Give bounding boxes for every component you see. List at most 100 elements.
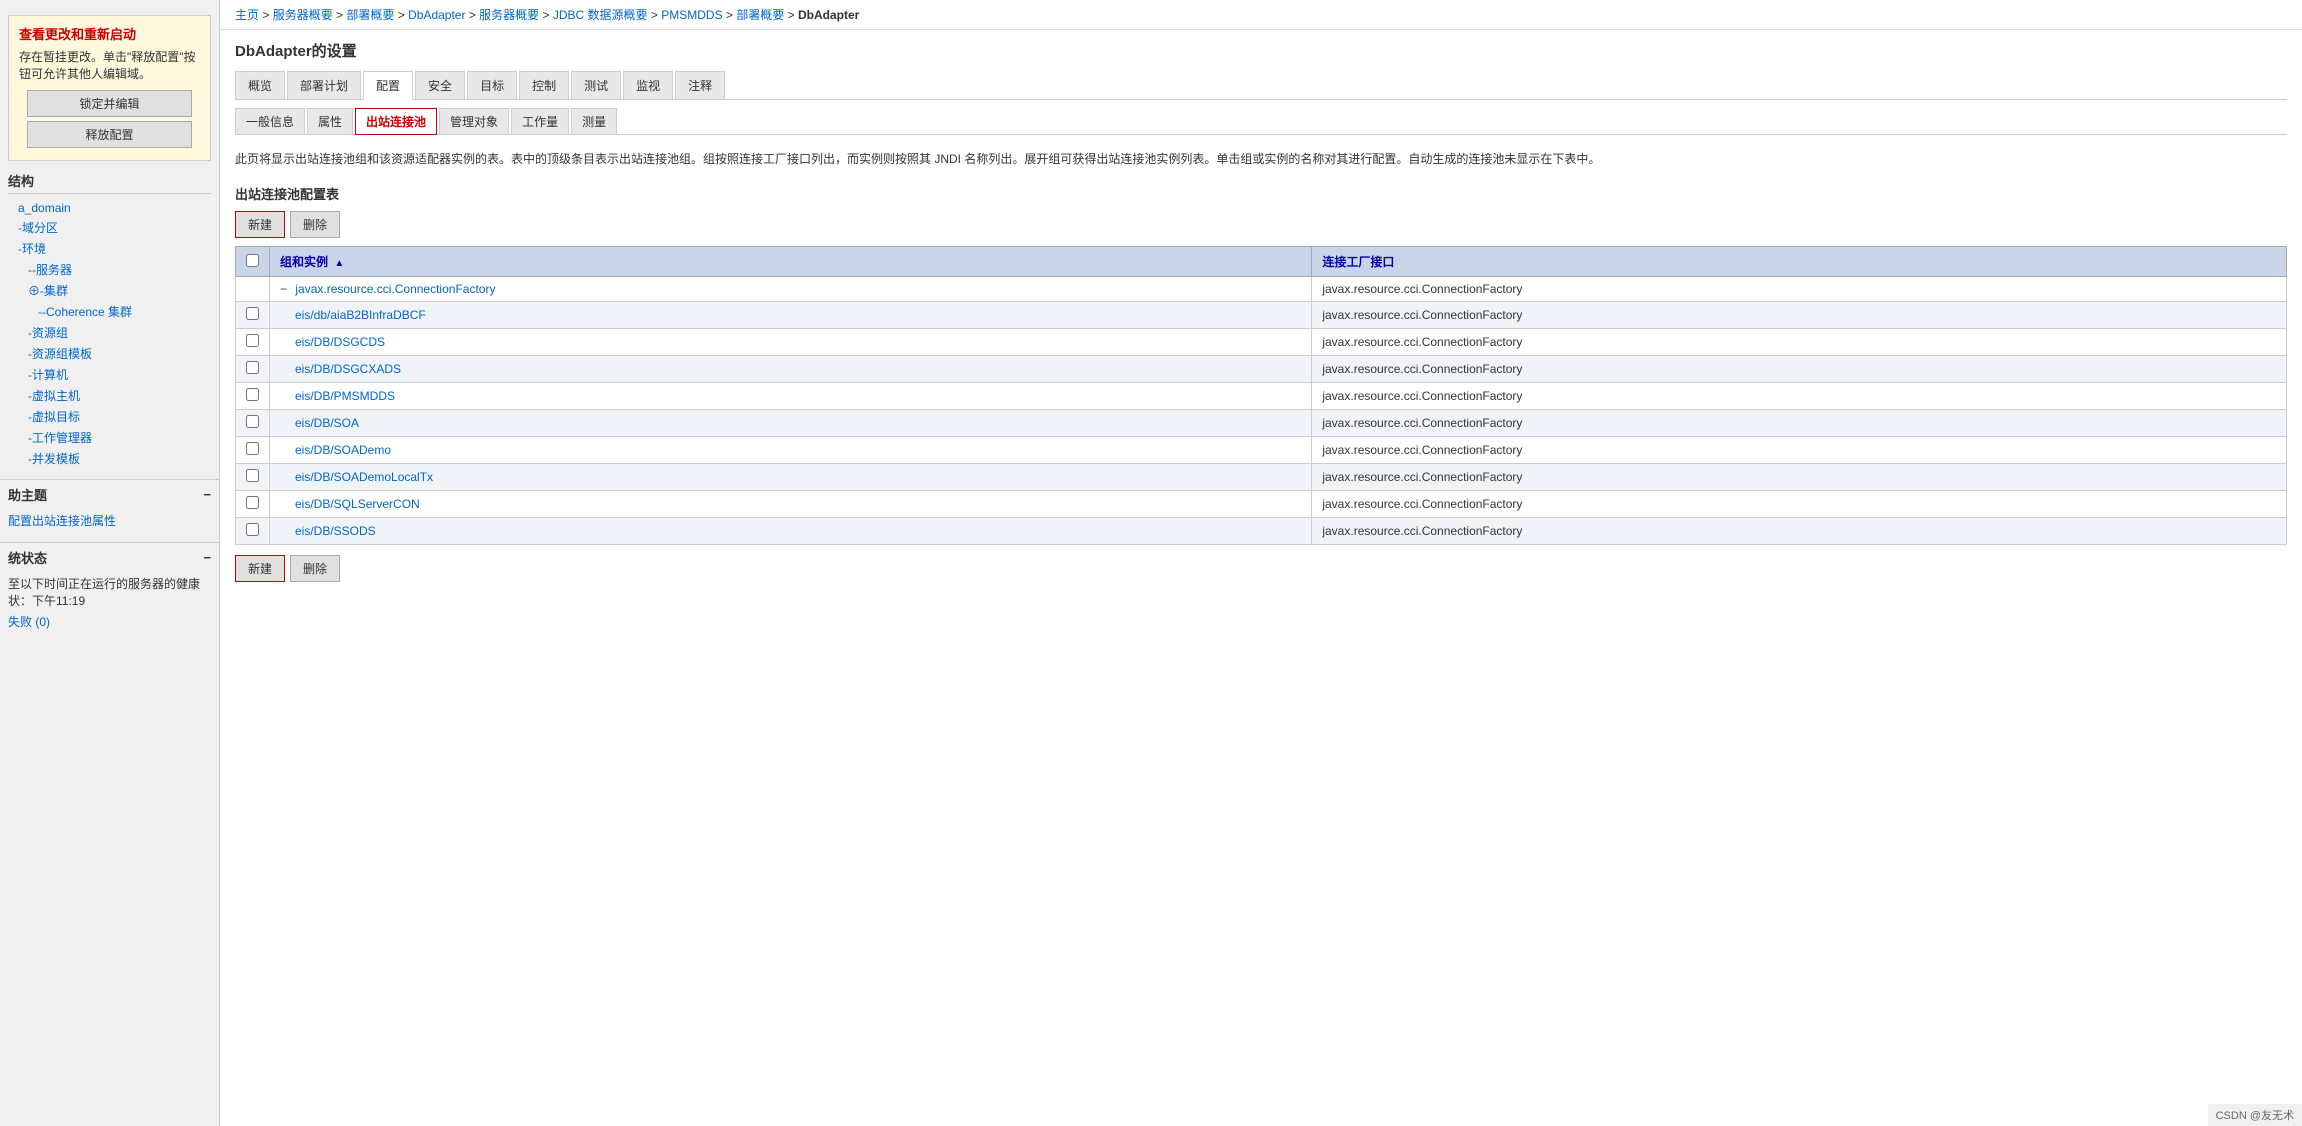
- instance-link[interactable]: eis/db/aiaB2BInfraDBCF: [295, 308, 426, 322]
- instance-name-cell: eis/db/aiaB2BInfraDBCF: [270, 302, 1312, 329]
- new-button-bottom[interactable]: 新建: [235, 555, 285, 582]
- row-checkbox-cell: [236, 410, 270, 437]
- help-section: 助主题 − 配置出站连接池属性: [0, 479, 219, 537]
- subtab-properties[interactable]: 属性: [307, 108, 353, 134]
- breadcrumb-deploy-overview2[interactable]: 部署概要: [736, 8, 784, 22]
- tab-control[interactable]: 控制: [519, 71, 569, 99]
- tree-item-server[interactable]: --服务器: [8, 259, 211, 280]
- instance-link[interactable]: eis/DB/DSGCDS: [295, 335, 385, 349]
- instance-link[interactable]: eis/DB/SSODS: [295, 524, 376, 538]
- row-checkbox-cell: [236, 491, 270, 518]
- row-checkbox[interactable]: [246, 523, 259, 536]
- tab-target[interactable]: 目标: [467, 71, 517, 99]
- instance-name-cell: eis/DB/SOADemoLocalTx: [270, 464, 1312, 491]
- tree-item-domain[interactable]: a_domain: [8, 199, 211, 217]
- tree-item-restemplate[interactable]: -资源组模板: [8, 343, 211, 364]
- row-checkbox[interactable]: [246, 496, 259, 509]
- tab-config[interactable]: 配置: [363, 71, 413, 100]
- tab-notes[interactable]: 注释: [675, 71, 725, 99]
- tab-test[interactable]: 测试: [571, 71, 621, 99]
- instance-factory-cell: javax.resource.cci.ConnectionFactory: [1312, 491, 2287, 518]
- sort-icon: ▲: [334, 258, 344, 269]
- sidebar: 查看更改和重新启动 存在暂挂更改。单击"释放配置"按钮可允许其他人编辑域。 锁定…: [0, 0, 220, 1126]
- status-content: 至以下时间正在运行的服务器的健康状：下午11:19 失败 (0): [8, 572, 211, 633]
- table-row: eis/DB/SOA javax.resource.cci.Connection…: [236, 410, 2287, 437]
- table-row: eis/db/aiaB2BInfraDBCF javax.resource.cc…: [236, 302, 2287, 329]
- breadcrumb-home[interactable]: 主页: [235, 8, 259, 22]
- breadcrumb-jdbc[interactable]: JDBC 数据源概要: [553, 8, 648, 22]
- main-tabs: 概览 部署计划 配置 安全 目标 控制 测试 监视 注释: [235, 71, 2287, 100]
- help-link-outbound[interactable]: 配置出站连接池属性: [8, 512, 211, 529]
- instance-factory-cell: javax.resource.cci.ConnectionFactory: [1312, 329, 2287, 356]
- breadcrumb-dbadapter1[interactable]: DbAdapter: [408, 8, 465, 22]
- tree-item-machine[interactable]: -计算机: [8, 364, 211, 385]
- table-header-group-instance[interactable]: 组和实例 ▲: [270, 247, 1312, 277]
- instance-link[interactable]: eis/DB/SOADemo: [295, 443, 391, 457]
- instance-link[interactable]: eis/DB/SOADemoLocalTx: [295, 470, 433, 484]
- instance-link[interactable]: eis/DB/SOA: [295, 416, 359, 430]
- new-button-top[interactable]: 新建: [235, 211, 285, 238]
- alert-text: 存在暂挂更改。单击"释放配置"按钮可允许其他人编辑域。: [19, 48, 200, 82]
- tree-item-concurrent[interactable]: -并发模板: [8, 448, 211, 469]
- delete-button-top[interactable]: 删除: [290, 211, 340, 238]
- subtab-measurement[interactable]: 测量: [571, 108, 617, 134]
- description: 此页将显示出站连接池组和该资源适配器实例的表。表中的顶级条目表示出站连接池组。组…: [235, 150, 2287, 169]
- instance-name-cell: eis/DB/SQLServerCON: [270, 491, 1312, 518]
- subtab-outbound[interactable]: 出站连接池: [355, 108, 437, 135]
- content-area: 此页将显示出站连接池组和该资源适配器实例的表。表中的顶级条目表示出站连接池组。组…: [220, 135, 2302, 597]
- row-checkbox[interactable]: [246, 388, 259, 401]
- help-title: 助主题: [8, 485, 47, 504]
- tab-security[interactable]: 安全: [415, 71, 465, 99]
- lock-edit-button[interactable]: 锁定并编辑: [27, 90, 192, 117]
- tab-overview[interactable]: 概览: [235, 71, 285, 99]
- row-checkbox[interactable]: [246, 307, 259, 320]
- instance-factory-cell: javax.resource.cci.ConnectionFactory: [1312, 518, 2287, 545]
- subtab-admin-objects[interactable]: 管理对象: [439, 108, 509, 134]
- table-header-checkbox: [236, 247, 270, 277]
- breadcrumb-pmsmdds[interactable]: PMSMDDS: [661, 8, 722, 22]
- tree-item-vhost[interactable]: -虚拟主机: [8, 385, 211, 406]
- status-failed[interactable]: 失败 (0): [8, 613, 211, 630]
- tree-item-vtarget[interactable]: -虚拟目标: [8, 406, 211, 427]
- tree-item-resgroup[interactable]: -资源组: [8, 322, 211, 343]
- delete-button-bottom[interactable]: 删除: [290, 555, 340, 582]
- tree-item-cluster[interactable]: ⊕-集群: [8, 280, 211, 301]
- tab-monitor[interactable]: 监视: [623, 71, 673, 99]
- status-header[interactable]: 统状态 −: [8, 548, 211, 567]
- subtab-workload[interactable]: 工作量: [511, 108, 569, 134]
- expand-icon[interactable]: −: [280, 282, 287, 296]
- instance-link[interactable]: eis/DB/SQLServerCON: [295, 497, 420, 511]
- breadcrumb-deploy-overview[interactable]: 部署概要: [346, 8, 394, 22]
- release-config-button[interactable]: 释放配置: [27, 121, 192, 148]
- table-row: − javax.resource.cci.ConnectionFactory j…: [236, 277, 2287, 302]
- select-all-checkbox[interactable]: [246, 254, 259, 267]
- tree-item-env[interactable]: -环境: [8, 238, 211, 259]
- structure-title: 结构: [8, 171, 211, 194]
- instance-factory-cell: javax.resource.cci.ConnectionFactory: [1312, 356, 2287, 383]
- row-checkbox-cell: [236, 302, 270, 329]
- row-checkbox[interactable]: [246, 469, 259, 482]
- breadcrumb-server-overview2[interactable]: 服务器概要: [479, 8, 539, 22]
- tree-item-partition[interactable]: -域分区: [8, 217, 211, 238]
- sub-tabs: 一般信息 属性 出站连接池 管理对象 工作量 测量: [235, 108, 2287, 135]
- subtab-general[interactable]: 一般信息: [235, 108, 305, 134]
- table-row: eis/DB/SOADemoLocalTx javax.resource.cci…: [236, 464, 2287, 491]
- instance-link[interactable]: eis/DB/PMSMDDS: [295, 389, 395, 403]
- table-header-connection-factory: 连接工厂接口: [1312, 247, 2287, 277]
- breadcrumb-server-overview[interactable]: 服务器概要: [273, 8, 333, 22]
- tree-item-coherence[interactable]: --Coherence 集群: [8, 301, 211, 322]
- row-checkbox[interactable]: [246, 334, 259, 347]
- row-checkbox-cell: [236, 464, 270, 491]
- group-link[interactable]: javax.resource.cci.ConnectionFactory: [295, 282, 495, 296]
- tree-item-workmgr[interactable]: -工作管理器: [8, 427, 211, 448]
- help-header[interactable]: 助主题 −: [8, 485, 211, 504]
- status-collapse-icon: −: [203, 550, 211, 565]
- instance-link[interactable]: eis/DB/DSGCXADS: [295, 362, 401, 376]
- row-checkbox[interactable]: [246, 415, 259, 428]
- row-checkbox[interactable]: [246, 361, 259, 374]
- instance-factory-cell: javax.resource.cci.ConnectionFactory: [1312, 437, 2287, 464]
- tab-deploy-plan[interactable]: 部署计划: [287, 71, 361, 99]
- breadcrumb-current: DbAdapter: [798, 8, 859, 22]
- table-row: eis/DB/DSGCXADS javax.resource.cci.Conne…: [236, 356, 2287, 383]
- row-checkbox[interactable]: [246, 442, 259, 455]
